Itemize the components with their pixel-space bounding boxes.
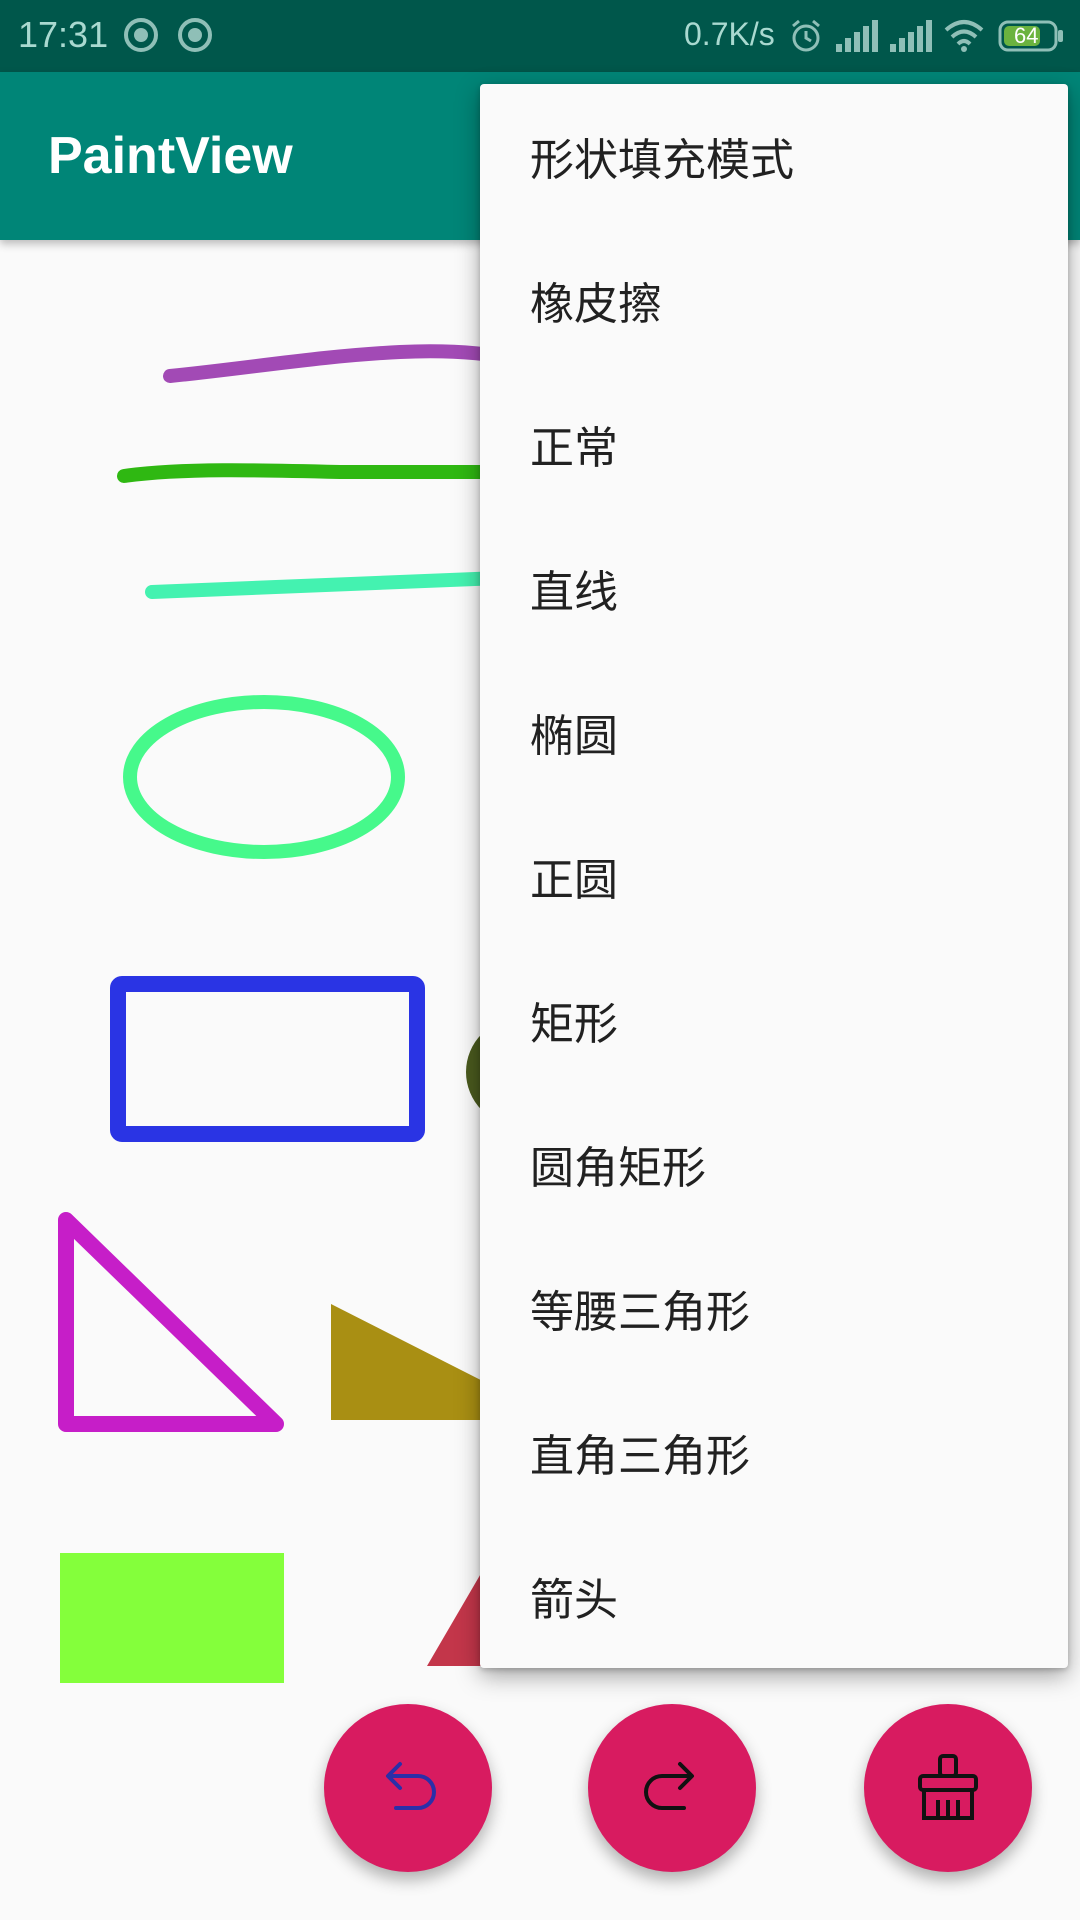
drawn-straight-line: [145, 571, 507, 599]
clear-button[interactable]: [864, 1704, 1032, 1872]
menu-item-line[interactable]: 直线: [480, 516, 1068, 660]
undo-icon: [386, 1762, 436, 1810]
drawn-rectangle: [110, 976, 425, 1142]
menu-item-eraser[interactable]: 橡皮擦: [480, 228, 1068, 372]
drawn-freehand-line: [163, 344, 507, 383]
wifi-icon: [944, 20, 984, 52]
menu-item-ellipse[interactable]: 椭圆: [480, 660, 1068, 804]
overflow-menu: 形状填充模式 橡皮擦 正常 直线 椭圆 正圆 矩形 圆角矩形 等腰三角形 直角三…: [480, 84, 1068, 1668]
menu-item-right-triangle[interactable]: 直角三角形: [480, 1380, 1068, 1524]
signal-icon: [890, 20, 932, 52]
network-speed: 0.7K/s: [684, 16, 775, 52]
alarm-icon: [792, 19, 820, 52]
menu-item-fill-mode[interactable]: 形状填充模式: [480, 84, 1068, 228]
broom-icon: [918, 1754, 978, 1820]
menu-item-arrow[interactable]: 箭头: [480, 1524, 1068, 1668]
menu-item-isosceles-triangle[interactable]: 等腰三角形: [480, 1236, 1068, 1380]
drawn-right-triangle: [58, 1212, 284, 1432]
battery-level: 64: [1014, 23, 1039, 48]
drawn-freehand-line: [117, 463, 507, 483]
status-bar: 17:31 0.7K/s 64: [0, 0, 1080, 72]
redo-icon: [644, 1762, 694, 1810]
drawn-ellipse: [123, 695, 405, 859]
notification-icon: [124, 18, 158, 52]
drawn-filled-rectangle: [60, 1553, 284, 1683]
menu-item-normal[interactable]: 正常: [480, 372, 1068, 516]
app-title: PaintView: [48, 127, 293, 185]
notification-icon: [178, 18, 212, 52]
redo-button[interactable]: [588, 1704, 756, 1872]
menu-item-rectangle[interactable]: 矩形: [480, 948, 1068, 1092]
status-time: 17:31: [18, 14, 109, 55]
menu-item-circle[interactable]: 正圆: [480, 804, 1068, 948]
signal-icon: [836, 20, 878, 52]
undo-button[interactable]: [324, 1704, 492, 1872]
menu-item-rounded-rectangle[interactable]: 圆角矩形: [480, 1092, 1068, 1236]
